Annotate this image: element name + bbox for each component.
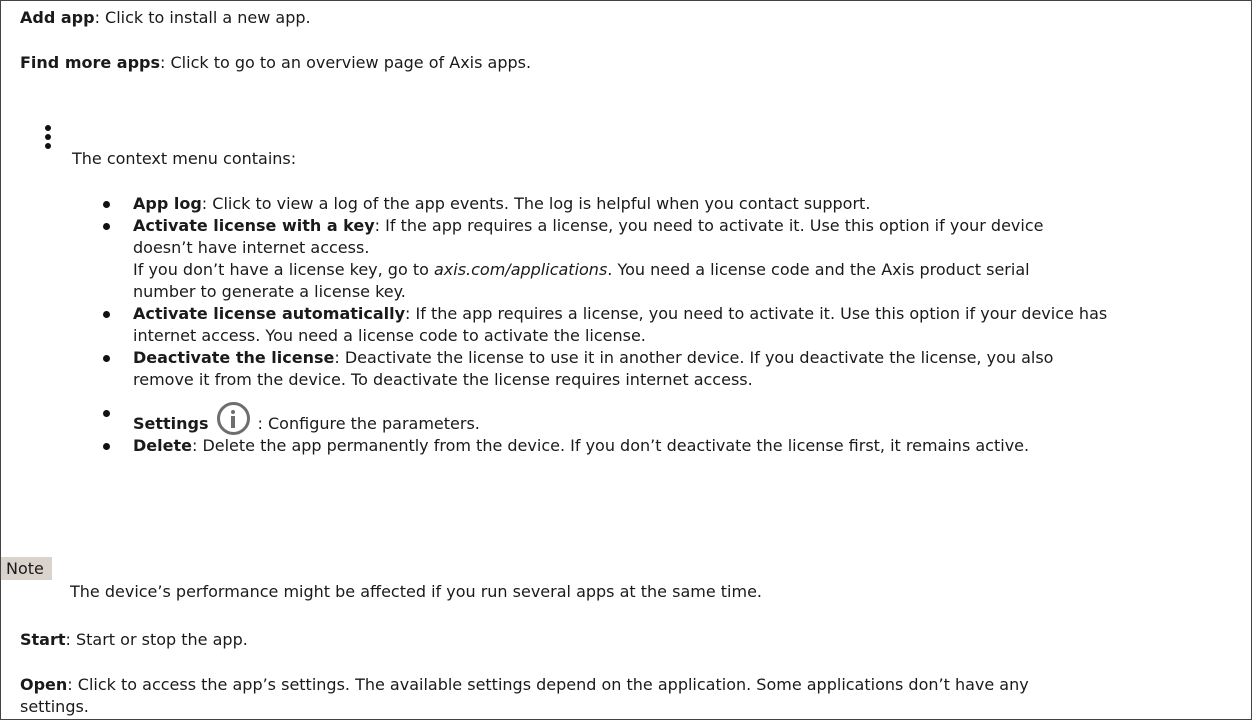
list-item: Settings : Configure the parameters. xyxy=(100,402,1240,435)
app-log-desc: : Click to view a log of the app events.… xyxy=(201,194,871,213)
list-item: Deactivate the license: Deactivate the l… xyxy=(100,347,1240,391)
applications-link[interactable]: axis.com/applications xyxy=(434,260,607,279)
settings-term: Settings xyxy=(133,414,209,433)
add-app-term: Add app xyxy=(20,8,95,27)
activate-key-term: Activate license with a key xyxy=(133,216,375,235)
list-item: Activate license with a key: If the app … xyxy=(100,215,1240,303)
list-item: Activate license automatically: If the a… xyxy=(100,303,1240,347)
start-entry: Start: Start or stop the app. xyxy=(20,629,248,651)
note-text: The device’s performance might be affect… xyxy=(70,582,762,601)
context-menu-list: App log: Click to view a log of the app … xyxy=(100,193,1240,457)
deactivate-desc-1: : Deactivate the license to use it in an… xyxy=(334,348,1054,367)
note-label: Note xyxy=(1,557,52,580)
kebab-menu-icon xyxy=(43,125,53,155)
open-entry: Open: Click to access the app’s settings… xyxy=(20,674,1029,718)
list-item: App log: Click to view a log of the app … xyxy=(100,193,1240,215)
activate-key-desc-2: doesn’t have internet access. xyxy=(133,238,370,257)
start-desc: : Start or stop the app. xyxy=(65,630,248,649)
activate-auto-term: Activate license automatically xyxy=(133,304,406,323)
find-more-apps-entry: Find more apps: Click to go to an overvi… xyxy=(20,52,531,74)
deactivate-desc-2: remove it from the device. To deactivate… xyxy=(133,370,753,389)
activate-key-desc-1: : If the app requires a license, you nee… xyxy=(374,216,1044,235)
list-item: Delete: Delete the app permanently from … xyxy=(100,435,1240,457)
open-desc-1: : Click to access the app’s settings. Th… xyxy=(67,675,1029,694)
license-key-hint-post: . You need a license code and the Axis p… xyxy=(607,260,1030,279)
settings-desc: : Configure the parameters. xyxy=(257,414,480,433)
add-app-entry: Add app: Click to install a new app. xyxy=(20,7,311,29)
context-menu-intro: The context menu contains: xyxy=(72,149,297,168)
activate-auto-desc-1: : If the app requires a license, you nee… xyxy=(405,304,1108,323)
info-icon xyxy=(216,402,250,435)
license-key-hint-line2: number to generate a license key. xyxy=(133,282,406,301)
delete-term: Delete xyxy=(133,436,192,455)
license-key-hint-pre: If you don’t have a license key, go to xyxy=(133,260,434,279)
app-log-term: App log xyxy=(133,194,202,213)
open-term: Open xyxy=(20,675,68,694)
add-app-desc: : Click to install a new app. xyxy=(94,8,311,27)
deactivate-term: Deactivate the license xyxy=(133,348,335,367)
find-more-apps-desc: : Click to go to an overview page of Axi… xyxy=(160,53,532,72)
activate-auto-desc-2: internet access. You need a license code… xyxy=(133,326,646,345)
delete-desc: : Delete the app permanently from the de… xyxy=(191,436,1030,455)
find-more-apps-term: Find more apps xyxy=(20,53,161,72)
start-term: Start xyxy=(20,630,66,649)
document-page: Add app: Click to install a new app. Fin… xyxy=(0,0,1252,720)
open-desc-2: settings. xyxy=(20,697,89,716)
